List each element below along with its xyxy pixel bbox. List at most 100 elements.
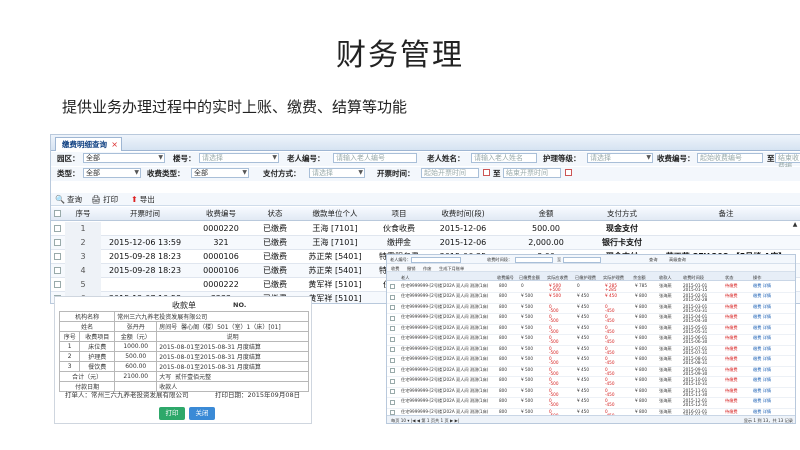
overlay-cell-op[interactable]: 缴费 详情 <box>753 409 771 414</box>
row-checkbox[interactable] <box>54 253 61 260</box>
overlay-col-header[interactable]: 已缴护理费 <box>575 275 596 281</box>
export-button[interactable]: ⬆ 导出 <box>131 195 155 205</box>
invoice-time-start-input[interactable]: 起始开票时间 <box>421 168 479 178</box>
overlay-cell-op[interactable]: 缴费 详情 <box>753 346 771 351</box>
invoice-time-end-input[interactable]: 结束开票时间 <box>503 168 561 178</box>
elder-name-input[interactable]: 请输入老人姓名 <box>471 153 537 163</box>
overlay-cell-status: 待缴费 <box>725 314 738 319</box>
fee-no-start-input[interactable]: 起始收费编号 <box>697 153 763 163</box>
print-button[interactable]: 打印 <box>159 407 185 420</box>
overlay-advanced-query-button[interactable]: 高级查询 <box>669 257 686 263</box>
overlay-col-header[interactable]: 收费编号 <box>497 275 514 281</box>
overlay-period-end-input[interactable] <box>563 256 601 263</box>
overlay-cell-op[interactable]: 缴费 详情 <box>753 377 771 382</box>
overlay-cell-op[interactable]: 缴费 详情 <box>753 325 771 330</box>
col-header[interactable]: 状态 <box>253 207 297 221</box>
park-select[interactable]: 全部 ▼ <box>83 153 165 163</box>
close-button[interactable]: 关闭 <box>189 407 215 420</box>
overlay-col-header[interactable]: 收款人 <box>659 275 672 281</box>
col-header[interactable]: 备注 <box>657 207 795 221</box>
overlay-period-start-input[interactable] <box>515 256 553 263</box>
overlay-cell-op[interactable]: 缴费 详情 <box>753 367 771 372</box>
row-checkbox[interactable] <box>390 399 395 405</box>
row-checkbox[interactable] <box>390 305 395 310</box>
table-row[interactable]: 住宅9999999-[2号楼]202A 双人间 测测(1床) 800 ¥ 500 0 … <box>387 356 795 367</box>
overlay-cell-name: 住宅9999999-[2号楼]202A 双人间 测测(1床) <box>401 303 489 309</box>
print-button[interactable]: 🖨 打印 <box>91 195 118 205</box>
row-checkbox[interactable] <box>54 267 61 274</box>
overlay-cell-op[interactable]: 缴费 详情 <box>753 304 771 309</box>
calendar-icon[interactable] <box>565 169 572 176</box>
table-row[interactable]: 住宅9999999-[2号楼]202A 双人间 测测(1床) 800 ¥ 500 0 … <box>387 387 795 398</box>
row-checkbox[interactable] <box>390 357 395 363</box>
overlay-col-header[interactable]: 老人 <box>401 275 409 281</box>
overlay-col-header[interactable]: 实际护理费 <box>603 275 624 281</box>
overlay-query-button[interactable]: 查询 <box>649 257 657 263</box>
overlay-col-header[interactable]: 收费时间段 <box>683 275 704 281</box>
table-row[interactable]: 2 2015-12-06 13:59 321 已缴费 王海 [7101] 缴押金… <box>51 236 800 250</box>
pagination-controls[interactable]: 每页 10 ▾ |◀ ◀ 第 1 页共 1 页 ▶ ▶| <box>391 418 459 423</box>
receipt-item-desc: 2015-08-01至2015-08-31 月度结算 <box>156 361 309 372</box>
row-checkbox[interactable] <box>390 284 395 289</box>
table-row[interactable]: 住宅9999999-[2号楼]202A 双人间 测测(1床) 800 ¥ 500 0 … <box>387 303 795 314</box>
overlay-cell-op[interactable]: 缴费 详情 <box>753 293 771 298</box>
overlay-cell-op[interactable]: 缴费 详情 <box>753 388 771 393</box>
table-row[interactable]: 住宅9999999-[2号楼]202A 双人间 测测(1床) 800 ¥ 500 0 … <box>387 398 795 409</box>
building-select[interactable]: 请选择 ▼ <box>199 153 279 163</box>
table-row[interactable]: 住宅9999999-[2号楼]202A 双人间 测测(1床) 800 ¥ 500 0 … <box>387 345 795 356</box>
table-row[interactable]: 住宅9999999-[2号楼]202A 双人间 测测(1床) 800 ¥ 500 0 … <box>387 314 795 325</box>
row-checkbox[interactable] <box>390 294 395 300</box>
table-row[interactable]: 住宅9999999-[2号楼]202A 双人间 测测(1床) 800 ¥ 500 0 … <box>387 335 795 346</box>
overlay-col-header[interactable]: 操作 <box>753 275 761 281</box>
upper-value: 贰仟壹佰元整 <box>175 374 212 381</box>
col-header[interactable]: 项目 <box>373 207 425 221</box>
query-button[interactable]: 🔍 查询 <box>55 195 82 205</box>
row-checkbox[interactable] <box>54 239 61 246</box>
overlay-col-header[interactable]: 状态 <box>725 275 733 281</box>
row-checkbox[interactable] <box>390 326 395 331</box>
col-header[interactable]: 支付方式 <box>591 207 653 221</box>
col-header[interactable]: 序号 <box>65 207 101 221</box>
row-checkbox[interactable] <box>54 225 61 232</box>
fee-no-label: 收费编号： <box>657 154 695 163</box>
col-header[interactable]: 收费时间(段) <box>427 207 499 221</box>
row-checkbox[interactable] <box>390 347 395 352</box>
overlay-cell-op[interactable]: 缴费 详情 <box>753 314 771 319</box>
overlay-col-header[interactable]: 已缴费金额 <box>519 275 540 281</box>
elder-id-input[interactable]: 请输入老人编号 <box>333 153 417 163</box>
row-checkbox[interactable] <box>54 281 61 288</box>
row-checkbox[interactable] <box>390 378 395 384</box>
overlay-cell-op[interactable]: 缴费 详情 <box>753 356 771 361</box>
overlay-cell-op[interactable]: 缴费 详情 <box>753 335 771 340</box>
table-row[interactable]: 住宅9999999-[2号楼]202A 双人间 测测(1床) 800 ¥ 500 0 … <box>387 324 795 335</box>
scroll-up-icon[interactable]: ▲ <box>791 221 799 229</box>
table-row[interactable]: 住宅9999999-[2号楼]202A 双人间 测测(1床) 800 0 ¥ 500 … <box>387 282 795 293</box>
row-checkbox[interactable] <box>390 315 395 321</box>
col-header[interactable]: 开票时间 <box>105 207 185 221</box>
type-select[interactable]: 全部 ▼ <box>83 168 141 178</box>
table-row[interactable]: 1 0000220 已缴费 王海 [7101] 伙食收费 2015-12-06 … <box>51 222 800 236</box>
col-header[interactable]: 金额 <box>501 207 591 221</box>
pay-method-select[interactable]: 请选择 ▼ <box>309 168 365 178</box>
overlay-col-header[interactable]: 余金额 <box>633 275 646 281</box>
table-row[interactable]: 住宅9999999-[2号楼]202A 双人间 测测(1床) 800 ¥ 500 0 … <box>387 366 795 377</box>
overlay-col-header[interactable]: 实际应收费 <box>547 275 568 281</box>
overlay-cell-status: 待缴费 <box>725 366 738 372</box>
row-checkbox[interactable] <box>390 368 395 373</box>
col-header[interactable]: 收费编号 <box>191 207 251 221</box>
fee-type-select[interactable]: 全部 ▼ <box>191 168 249 178</box>
close-icon[interactable]: × <box>111 138 118 151</box>
row-checkbox[interactable] <box>390 389 395 394</box>
table-row[interactable]: 住宅9999999-[2号楼]202A 双人间 测测(1床) 800 ¥ 500 0 … <box>387 377 795 388</box>
overlay-cell-op[interactable]: 缴费 详情 <box>753 398 771 403</box>
overlay-elder-id-input[interactable] <box>411 256 461 263</box>
table-row[interactable]: 住宅9999999-[2号楼]202A 双人间 测测(1床) 800 ¥ 500 ¥ … <box>387 293 795 304</box>
select-all-checkbox[interactable] <box>54 210 61 217</box>
care-level-select[interactable]: 请选择 ▼ <box>587 153 653 163</box>
calendar-icon[interactable] <box>483 169 490 176</box>
tab-payment-detail[interactable]: 缴费明细查询 × <box>55 137 122 151</box>
row-checkbox[interactable] <box>390 336 395 342</box>
overlay-cell-op[interactable]: 缴费 详情 <box>753 283 771 288</box>
fee-no-end-input[interactable]: 结束收费编 <box>775 153 800 170</box>
col-header[interactable]: 缴款单位个人 <box>299 207 371 221</box>
